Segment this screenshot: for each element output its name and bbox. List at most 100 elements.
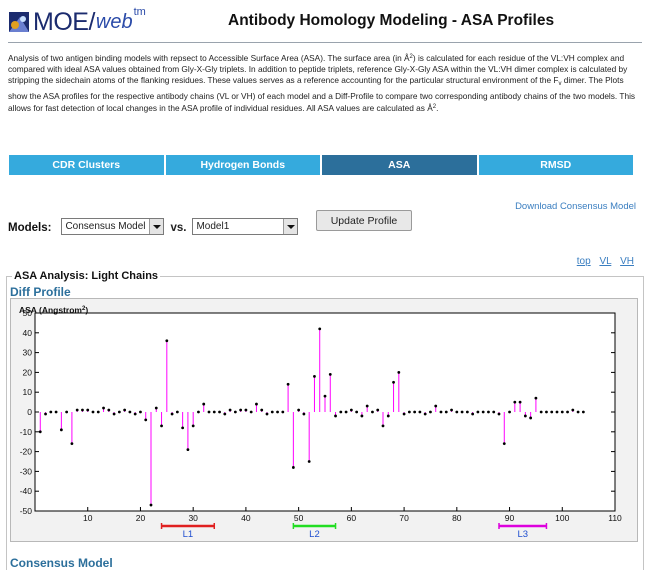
tab-rmsd[interactable]: RMSD <box>478 155 633 175</box>
data-point <box>550 410 554 414</box>
model-b-value: Model1 <box>196 220 230 232</box>
y-tick-label: 30 <box>23 348 33 358</box>
data-point <box>344 410 348 414</box>
chevron-down-icon[interactable] <box>149 218 164 234</box>
moe-web-logo: MOE/ web tm <box>8 6 146 38</box>
data-point <box>228 408 232 412</box>
data-point <box>545 410 548 414</box>
data-point <box>160 424 163 428</box>
section-legend: ASA Analysis: Light Chains <box>12 270 161 282</box>
data-point <box>202 402 206 406</box>
data-point <box>476 410 480 414</box>
data-point <box>365 404 369 408</box>
top-link[interactable]: top <box>577 256 591 267</box>
data-point <box>381 424 385 428</box>
data-point <box>112 412 116 416</box>
data-point <box>339 410 343 414</box>
tab-hydrogen-bonds[interactable]: Hydrogen Bonds <box>165 155 322 175</box>
data-point <box>492 410 496 414</box>
data-point <box>96 410 100 414</box>
x-tick-label: 10 <box>83 513 93 523</box>
x-tick-label: 60 <box>347 513 357 523</box>
data-point <box>497 412 501 416</box>
data-point <box>307 460 311 463</box>
data-point <box>460 410 464 414</box>
data-point <box>481 410 485 414</box>
data-point <box>65 410 69 414</box>
cdr-region-label: L2 <box>309 529 320 540</box>
x-tick-label: 110 <box>608 513 622 523</box>
data-point <box>571 408 575 412</box>
update-profile-button[interactable]: Update Profile <box>316 210 412 231</box>
data-point <box>186 448 190 452</box>
data-point <box>402 412 406 416</box>
model-a-select[interactable]: Consensus Model <box>61 217 165 235</box>
data-point <box>128 410 132 414</box>
data-point <box>223 412 227 416</box>
data-point <box>444 410 448 414</box>
model-b-select[interactable]: Model1 <box>192 217 299 235</box>
data-point <box>450 408 453 412</box>
data-point <box>334 414 337 418</box>
data-point <box>212 410 216 414</box>
cdr-region-label: L3 <box>517 529 528 540</box>
models-selector-row: Models: Consensus Model vs. Model1 <box>8 213 299 235</box>
y-tick-label: -30 <box>20 466 33 476</box>
data-point <box>197 410 200 414</box>
y-tick-label: -10 <box>20 427 33 437</box>
y-tick-label: 10 <box>23 387 33 397</box>
section-nav-links: top VL VH <box>571 256 634 267</box>
data-point <box>59 428 63 432</box>
data-point <box>154 406 158 410</box>
chevron-down-icon[interactable] <box>283 218 298 234</box>
data-point <box>70 442 74 446</box>
y-tick-label: -50 <box>20 506 33 516</box>
diff-profile-title: Diff Profile <box>10 285 71 299</box>
chart-y-axis-label: ASA (Angstrom2) <box>19 305 89 315</box>
data-point <box>291 466 295 469</box>
vl-link[interactable]: VL <box>599 256 611 267</box>
data-point <box>81 408 84 412</box>
data-point <box>434 404 438 408</box>
data-point <box>260 408 264 412</box>
data-point <box>281 410 285 414</box>
y-tick-label: -40 <box>20 486 33 496</box>
data-point <box>75 408 79 412</box>
data-point <box>149 503 153 507</box>
cdr-region-label: L1 <box>183 529 194 540</box>
data-point <box>207 410 211 414</box>
data-point <box>318 327 322 331</box>
data-point <box>576 410 580 414</box>
data-point <box>455 410 459 414</box>
data-point <box>513 400 517 404</box>
x-tick-label: 30 <box>188 513 198 523</box>
data-point <box>487 410 490 414</box>
y-tick-label: 40 <box>23 328 33 338</box>
data-point <box>181 426 185 430</box>
tab-asa[interactable]: ASA <box>322 155 479 175</box>
data-point <box>529 416 533 420</box>
data-point <box>144 418 148 422</box>
data-point <box>54 410 58 414</box>
x-tick-label: 50 <box>294 513 304 523</box>
diff-profile-chart: -50 -40 -30 -20 -10 0 10 20 30 40 50 10 20 30 40 50 60 70… <box>10 298 638 542</box>
data-point <box>286 382 290 386</box>
model-a-value: Consensus Model <box>65 220 146 232</box>
data-point <box>471 412 475 416</box>
data-point <box>518 400 522 404</box>
data-point <box>328 372 332 376</box>
moe-logo-icon <box>8 11 30 33</box>
tab-cdr-clusters[interactable]: CDR Clusters <box>9 155 166 175</box>
data-point <box>44 412 47 416</box>
data-point <box>249 410 253 414</box>
data-point <box>244 408 248 412</box>
data-point <box>175 410 179 414</box>
data-point <box>91 410 95 414</box>
data-point <box>439 410 443 414</box>
page-title: Antibody Homology Modeling - ASA Profile… <box>228 12 555 29</box>
data-point <box>360 414 364 418</box>
download-consensus-link[interactable]: Download Consensus Model <box>515 201 636 212</box>
vh-link[interactable]: VH <box>620 256 634 267</box>
x-tick-label: 70 <box>399 513 409 523</box>
data-point <box>539 410 543 414</box>
